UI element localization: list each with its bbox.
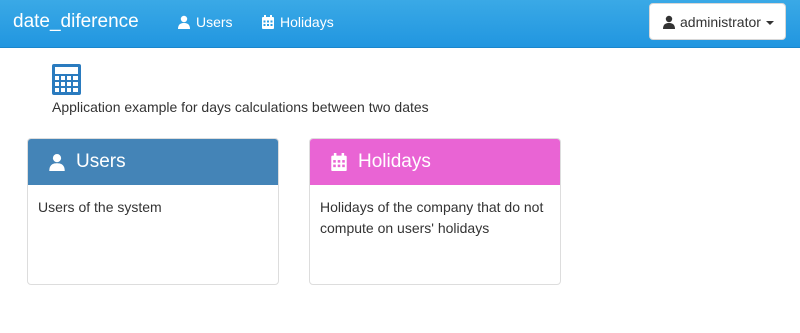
brand-link[interactable]: date_diference <box>13 10 139 34</box>
user-icon <box>662 15 676 29</box>
holidays-card-title: Holidays <box>358 151 431 172</box>
nav-users-label: Users <box>196 14 233 30</box>
users-card-header[interactable]: Users <box>28 139 278 185</box>
nav-users-link[interactable]: Users <box>177 12 233 32</box>
calendar-icon <box>330 153 348 171</box>
nav-holidays-link[interactable]: Holidays <box>261 12 334 32</box>
chevron-down-icon <box>765 20 774 25</box>
users-card: Users Users of the system <box>27 138 279 285</box>
users-card-title: Users <box>76 151 126 172</box>
calculator-icon <box>52 64 81 95</box>
user-icon <box>48 153 66 171</box>
holidays-card: Holidays Holidays of the company that do… <box>309 138 561 285</box>
holidays-card-body: Holidays of the company that do not comp… <box>320 199 544 236</box>
users-card-body: Users of the system <box>38 199 162 215</box>
user-menu-dropdown[interactable]: administrator <box>649 3 786 40</box>
nav-holidays-label: Holidays <box>280 14 334 30</box>
top-navbar: date_diference Users Holidays administra… <box>0 0 800 48</box>
holidays-card-header[interactable]: Holidays <box>310 139 560 185</box>
calendar-icon <box>261 15 275 29</box>
user-icon <box>177 15 191 29</box>
user-menu-label: administrator <box>680 13 761 30</box>
app-description: Application example for days calculation… <box>52 99 429 115</box>
